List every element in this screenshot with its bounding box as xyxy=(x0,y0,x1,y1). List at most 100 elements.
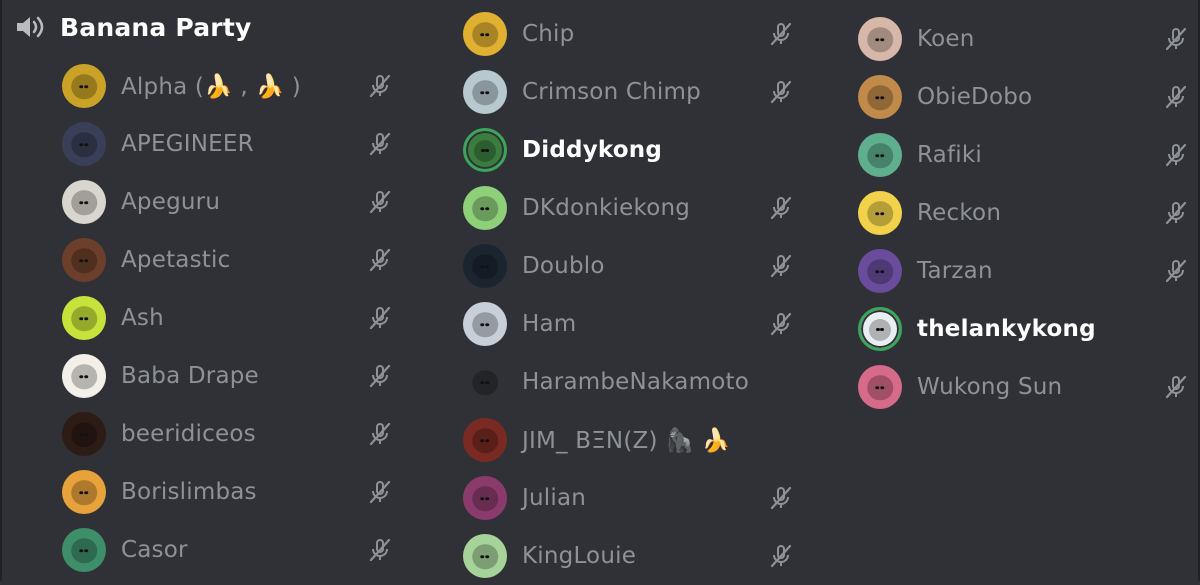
avatar[interactable] xyxy=(463,12,507,56)
muted-mic-icon xyxy=(769,486,793,510)
avatar[interactable] xyxy=(62,122,106,166)
avatar[interactable] xyxy=(463,128,507,172)
avatar[interactable] xyxy=(62,412,106,456)
voice-member[interactable]: Reckon xyxy=(858,184,1188,242)
avatar[interactable] xyxy=(858,249,902,293)
member-name: Alpha (🍌 , 🍌 ) xyxy=(121,73,301,100)
muted-mic-icon xyxy=(368,248,392,272)
voice-member[interactable]: Koen xyxy=(858,10,1188,68)
muted-mic-icon xyxy=(769,22,793,46)
voice-member[interactable]: DKdonkiekong xyxy=(463,179,793,237)
avatar[interactable] xyxy=(62,238,106,282)
muted-mic-icon xyxy=(368,422,392,446)
voice-member[interactable]: HarambeNakamoto xyxy=(463,353,793,411)
avatar[interactable] xyxy=(463,302,507,346)
member-name: Ash xyxy=(121,305,164,331)
member-name: HarambeNakamoto xyxy=(522,369,749,395)
muted-mic-icon xyxy=(368,190,392,214)
member-column: Koen ObieDobo Rafiki Reckon Tarzan thelankyko… xyxy=(858,10,1188,416)
voice-member[interactable]: thelankykong xyxy=(858,300,1188,358)
avatar[interactable] xyxy=(858,307,902,351)
avatar[interactable] xyxy=(62,354,106,398)
member-name: Chip xyxy=(522,21,575,47)
avatar[interactable] xyxy=(858,75,902,119)
voice-member[interactable]: Baba Drape xyxy=(62,347,392,405)
muted-mic-icon xyxy=(1164,201,1188,225)
voice-member[interactable]: Apeguru xyxy=(62,173,392,231)
avatar[interactable] xyxy=(62,528,106,572)
member-name: Doublo xyxy=(522,253,605,279)
muted-mic-icon xyxy=(1164,375,1188,399)
voice-member[interactable]: Doublo xyxy=(463,237,793,295)
speaker-icon xyxy=(14,14,46,40)
voice-member[interactable]: Ham xyxy=(463,295,793,353)
voice-member[interactable]: JIM_ BΞN(Z) 🦍 🍌 xyxy=(463,411,793,469)
member-name: Diddykong xyxy=(522,137,663,163)
voice-member[interactable]: Ash xyxy=(62,289,392,347)
avatar[interactable] xyxy=(463,476,507,520)
voice-member[interactable]: Alpha (🍌 , 🍌 ) xyxy=(62,57,392,115)
voice-member[interactable]: Chip xyxy=(463,5,793,63)
voice-member[interactable]: Wukong Sun xyxy=(858,358,1188,416)
channel-name: Banana Party xyxy=(60,12,252,42)
frame-edge xyxy=(0,0,2,581)
avatar[interactable] xyxy=(463,186,507,230)
member-name: Baba Drape xyxy=(121,363,259,389)
muted-mic-icon xyxy=(1164,27,1188,51)
avatar[interactable] xyxy=(463,534,507,578)
voice-member[interactable]: Borislimbas xyxy=(62,463,392,521)
member-column: Alpha (🍌 , 🍌 ) APEGINEER Apeguru Apetastic A… xyxy=(62,57,392,579)
muted-mic-icon xyxy=(368,480,392,504)
member-name: KingLouie xyxy=(522,543,637,569)
avatar[interactable] xyxy=(858,365,902,409)
muted-mic-icon xyxy=(368,364,392,388)
member-name: Apetastic xyxy=(121,247,231,273)
muted-mic-icon xyxy=(368,306,392,330)
voice-member[interactable]: Rafiki xyxy=(858,126,1188,184)
member-name: beeridiceos xyxy=(121,421,256,447)
voice-channel-header[interactable]: Banana Party xyxy=(14,8,251,46)
member-name: Wukong Sun xyxy=(917,374,1063,400)
member-name: thelankykong xyxy=(917,316,1096,342)
avatar[interactable] xyxy=(62,296,106,340)
voice-member[interactable]: Crimson Chimp xyxy=(463,63,793,121)
muted-mic-icon xyxy=(368,538,392,562)
muted-mic-icon xyxy=(368,132,392,156)
avatar[interactable] xyxy=(463,244,507,288)
avatar[interactable] xyxy=(858,17,902,61)
member-name: Julian xyxy=(522,485,587,511)
avatar[interactable] xyxy=(463,418,507,462)
member-name: Borislimbas xyxy=(121,479,257,505)
voice-member[interactable]: Apetastic xyxy=(62,231,392,289)
muted-mic-icon xyxy=(769,80,793,104)
voice-member[interactable]: APEGINEER xyxy=(62,115,392,173)
avatar[interactable] xyxy=(62,64,106,108)
avatar[interactable] xyxy=(858,133,902,177)
muted-mic-icon xyxy=(769,544,793,568)
voice-member[interactable]: Casor xyxy=(62,521,392,579)
voice-member[interactable]: Tarzan xyxy=(858,242,1188,300)
muted-mic-icon xyxy=(1164,85,1188,109)
avatar[interactable] xyxy=(62,470,106,514)
muted-mic-icon xyxy=(769,196,793,220)
member-name: APEGINEER xyxy=(121,131,254,157)
voice-member[interactable]: beeridiceos xyxy=(62,405,392,463)
member-name: ObieDobo xyxy=(917,84,1033,110)
member-column: Chip Crimson Chimp Diddykong DKdonkiekong Do… xyxy=(463,5,793,585)
muted-mic-icon xyxy=(368,74,392,98)
muted-mic-icon xyxy=(1164,259,1188,283)
member-name: Ham xyxy=(522,311,577,337)
avatar[interactable] xyxy=(858,191,902,235)
avatar[interactable] xyxy=(62,180,106,224)
avatar[interactable] xyxy=(463,70,507,114)
member-name: Reckon xyxy=(917,200,1002,226)
voice-member[interactable]: Diddykong xyxy=(463,121,793,179)
muted-mic-icon xyxy=(769,254,793,278)
avatar[interactable] xyxy=(463,360,507,404)
member-name: Casor xyxy=(121,537,188,563)
voice-member[interactable]: ObieDobo xyxy=(858,68,1188,126)
member-name: JIM_ BΞN(Z) 🦍 🍌 xyxy=(522,427,731,454)
voice-member[interactable]: KingLouie xyxy=(463,527,793,585)
member-name: Koen xyxy=(917,26,975,52)
voice-member[interactable]: Julian xyxy=(463,469,793,527)
